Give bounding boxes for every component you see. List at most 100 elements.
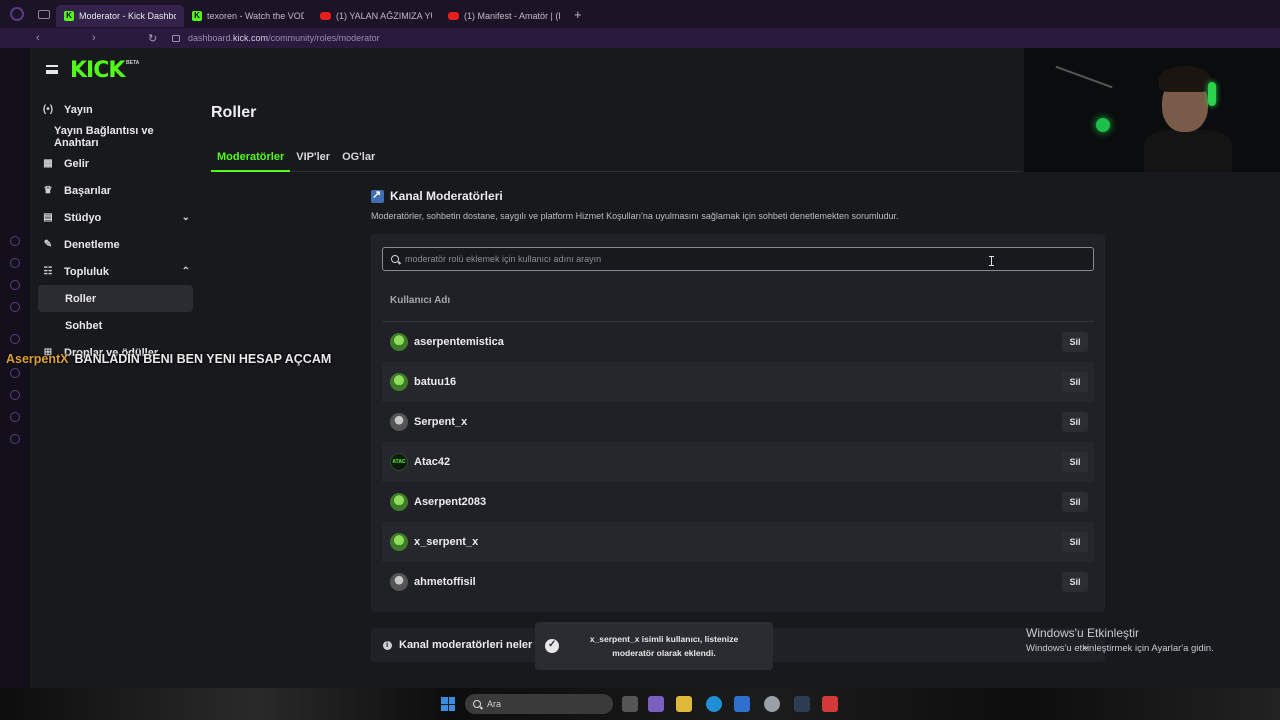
sidebar-item-denetleme[interactable]: ✎ Denetleme — [30, 231, 200, 258]
remove-button[interactable]: Sil — [1062, 372, 1088, 392]
search-icon — [391, 255, 399, 263]
broadcast-icon: (•) — [42, 104, 54, 115]
workspaces-icon[interactable] — [38, 9, 50, 19]
task-view-icon[interactable] — [622, 696, 638, 712]
kick-logo[interactable]: KICK — [70, 58, 125, 83]
taskbar-search[interactable]: Ara — [465, 694, 613, 714]
reload-icon[interactable]: ↻ — [148, 32, 168, 45]
tab-vipler[interactable]: VIP'ler — [290, 142, 336, 172]
browser-tab-bar: K Moderator - Kick Dashboa K texoren - W… — [0, 0, 1280, 28]
section-title: Kanal Moderatörleri — [371, 188, 503, 203]
lock-icon — [172, 34, 180, 42]
browser-tab-1[interactable]: K texoren - Watch the VOD c — [184, 5, 312, 27]
panel-icon[interactable] — [10, 412, 20, 422]
avatar — [390, 573, 408, 591]
sidebar-item-roller[interactable]: Roller — [38, 285, 193, 312]
windows-activation-watermark: Windows'u Etkinleştir Windows'u etkinleş… — [1026, 626, 1214, 654]
moderators-panel: Kullanıcı Adı aserpentemistica Sil batuu… — [371, 234, 1105, 612]
sidebar-item-sohbet[interactable]: Sohbet — [30, 312, 200, 339]
moderator-name[interactable]: batuu16 — [414, 376, 456, 388]
role-tabs: Moderatörler VIP'ler OG'lar — [211, 142, 1023, 172]
check-circle-icon — [545, 639, 559, 653]
youtube-icon — [448, 11, 459, 20]
url-host-prefix: dashboard. — [188, 33, 234, 43]
panel-icon[interactable] — [10, 280, 20, 290]
youtube-icon — [320, 11, 331, 20]
chat-message: BANLADIN BENI BEN YENI HESAP AÇCAM — [74, 352, 332, 366]
chevron-up-icon: ⌃ — [181, 266, 190, 277]
studio-icon: ▤ — [43, 212, 53, 223]
column-header-username: Kullanıcı Adı — [390, 295, 451, 306]
store-icon[interactable] — [734, 696, 750, 712]
panel-icon[interactable] — [10, 302, 20, 312]
forward-icon[interactable]: › — [92, 32, 112, 44]
headset-light — [1208, 82, 1216, 106]
taskbar: Ara — [0, 688, 1280, 720]
avatar — [390, 373, 408, 391]
toast-message: x_serpent_x isimli kullanıcı, listenize … — [589, 634, 739, 658]
success-toast: x_serpent_x isimli kullanıcı, listenize … — [535, 622, 773, 670]
panel-icon[interactable] — [10, 390, 20, 400]
remove-button[interactable]: Sil — [1062, 332, 1088, 352]
microphone-light — [1096, 118, 1110, 132]
panel-icon[interactable] — [10, 434, 20, 444]
streamer-body — [1144, 130, 1232, 172]
chrome-icon[interactable] — [764, 696, 780, 712]
search-icon — [473, 700, 481, 708]
avatar — [390, 333, 408, 351]
sidebar-item-stream-key[interactable]: Yayın Bağlantısı ve Anahtarı — [30, 123, 200, 150]
tab-oglar[interactable]: OG'lar — [336, 142, 381, 172]
sidebar-item-basarilar[interactable]: ♛ Başarılar — [30, 177, 200, 204]
remove-button[interactable]: Sil — [1062, 492, 1088, 512]
panel-icon[interactable] — [10, 236, 20, 246]
screen: K Moderator - Kick Dashboa K texoren - W… — [0, 0, 1280, 720]
back-icon[interactable]: ‹ — [36, 32, 56, 44]
beta-badge: BETA — [126, 60, 140, 66]
moderator-name[interactable]: Atac42 — [414, 456, 450, 468]
webcam-overlay — [1024, 48, 1280, 172]
panel-icon[interactable] — [10, 368, 20, 378]
table-row: batuu16 Sil — [382, 362, 1094, 402]
sidebar-item-studyo[interactable]: ▤ Stüdyo ⌄ — [30, 204, 200, 231]
streamer-hair — [1159, 66, 1211, 92]
tab-moderatorler[interactable]: Moderatörler — [211, 142, 291, 172]
sidebar-item-gelir[interactable]: ▦ Gelir — [30, 150, 200, 177]
address-bar[interactable]: ‹ › ↻ dashboard. kick.com/community/roles… — [0, 28, 1280, 48]
panel-icon[interactable] — [10, 258, 20, 268]
file-explorer-icon[interactable] — [676, 696, 692, 712]
remove-button[interactable]: Sil — [1062, 452, 1088, 472]
table-row: x_serpent_x Sil — [382, 522, 1094, 562]
windows-start-icon[interactable] — [441, 697, 455, 711]
moderators-list: aserpentemistica Sil batuu16 Sil Serpent… — [382, 322, 1094, 602]
moderator-search[interactable] — [382, 247, 1094, 271]
moderator-name[interactable]: x_serpent_x — [414, 536, 478, 548]
moderator-name[interactable]: aserpentemistica — [414, 336, 504, 348]
browser-logo-icon[interactable] — [10, 7, 24, 21]
faq-label: Kanal moderatörleri neler y — [399, 639, 542, 651]
avatar — [390, 493, 408, 511]
browser-side-panel — [0, 48, 30, 688]
table-row: ATAC Atac42 Sil — [382, 442, 1094, 482]
moderator-name[interactable]: Serpent_x — [414, 416, 467, 428]
remove-button[interactable]: Sil — [1062, 412, 1088, 432]
remove-button[interactable]: Sil — [1062, 532, 1088, 552]
section-description: Moderatörler, sohbetin dostane, saygılı … — [371, 211, 899, 221]
kick-icon: K — [192, 10, 202, 21]
browser-tab-2[interactable]: (1) YALAN AĞZIMIZA YUV — [312, 5, 440, 27]
moderator-name[interactable]: Aserpent2083 — [414, 496, 486, 508]
twitch-icon[interactable] — [10, 334, 20, 344]
sidebar-item-yayin[interactable]: (•) Yayın — [30, 96, 200, 123]
moderator-name[interactable]: ahmetoffisil — [414, 576, 476, 588]
steam-icon[interactable] — [794, 696, 810, 712]
browser-tab-0[interactable]: K Moderator - Kick Dashboa — [56, 4, 184, 27]
browser-tab-3[interactable]: (1) Manifest - Amatör | (Ka — [440, 5, 568, 27]
sidebar-item-topluluk[interactable]: ☷ Topluluk ⌃ — [30, 258, 200, 285]
menu-icon[interactable] — [46, 65, 58, 74]
app-icon[interactable] — [648, 696, 664, 712]
opera-gx-icon[interactable] — [822, 696, 838, 712]
moderator-search-input[interactable] — [405, 254, 1045, 264]
edge-icon[interactable] — [706, 696, 722, 712]
new-tab-button[interactable]: + — [574, 7, 582, 22]
mic-arm — [1055, 65, 1113, 89]
remove-button[interactable]: Sil — [1062, 572, 1088, 592]
